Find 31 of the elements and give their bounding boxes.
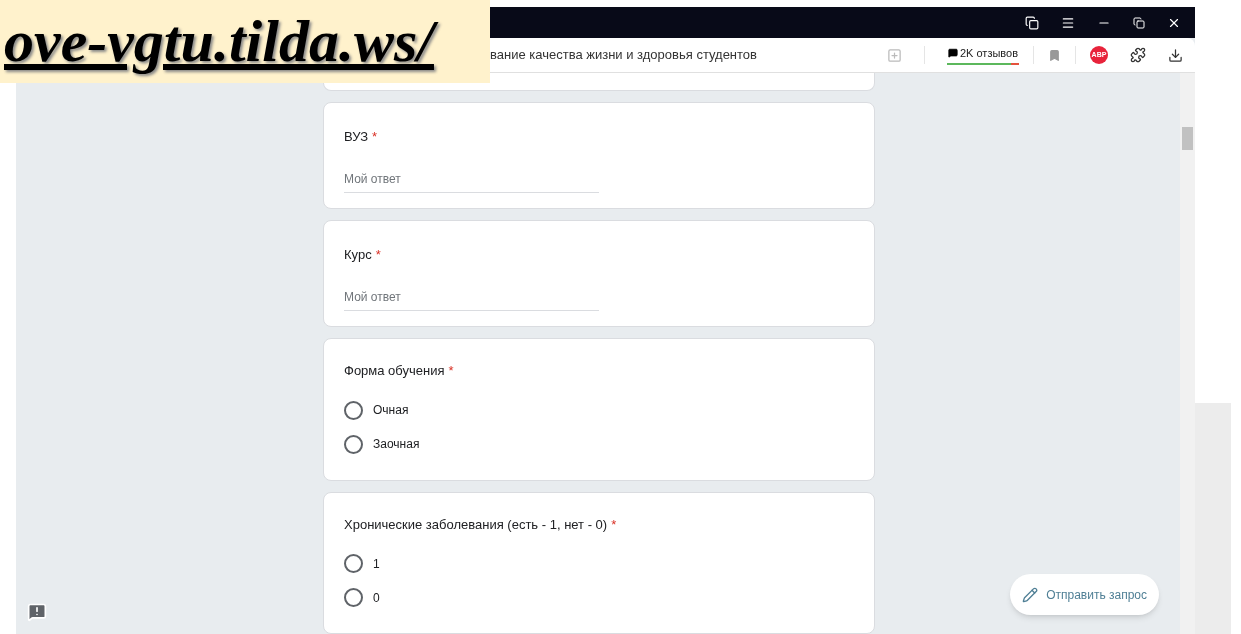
required-mark: * xyxy=(372,127,378,146)
page-title: вание качества жизни и здоровья студентов xyxy=(490,46,757,65)
radio-button[interactable] xyxy=(344,434,363,454)
reviews-badge[interactable]: 2K отзывов xyxy=(947,44,1019,66)
extension-icon[interactable] xyxy=(1130,47,1146,63)
url-link[interactable]: ove-vgtu.tilda.ws/ xyxy=(0,1,446,82)
option-label: 0 xyxy=(373,589,380,607)
question-title: Хронические заболевания (есть - 1, нет - 0) xyxy=(344,515,608,534)
menu-icon[interactable] xyxy=(1061,15,1075,30)
bookmark-icon[interactable] xyxy=(1048,48,1061,62)
required-mark: * xyxy=(375,245,381,264)
pencil-icon xyxy=(1022,586,1039,603)
download-icon[interactable] xyxy=(1168,47,1183,63)
required-mark: * xyxy=(611,515,617,534)
required-mark: * xyxy=(448,362,454,380)
feedback-icon[interactable] xyxy=(27,602,47,622)
restore-icon[interactable] xyxy=(1133,16,1145,29)
question-title: Форма обучения xyxy=(344,362,445,380)
speech-bubble-icon xyxy=(947,48,958,58)
question-title: ВУЗ xyxy=(344,127,369,146)
radio-button[interactable] xyxy=(344,400,363,420)
answer-field[interactable]: Мой ответ xyxy=(344,170,599,194)
submit-request-button[interactable]: Отправить запрос xyxy=(1010,574,1159,615)
option-label: Очная xyxy=(373,402,409,419)
radio-button[interactable] xyxy=(344,554,363,573)
answer-field[interactable]: Мой ответ xyxy=(344,288,599,312)
option-label: 1 xyxy=(373,555,380,573)
scrollbar[interactable] xyxy=(1180,73,1195,634)
radio-button[interactable] xyxy=(344,588,363,607)
question-title: Курс xyxy=(344,245,372,264)
option-label: Заочная xyxy=(373,436,420,453)
